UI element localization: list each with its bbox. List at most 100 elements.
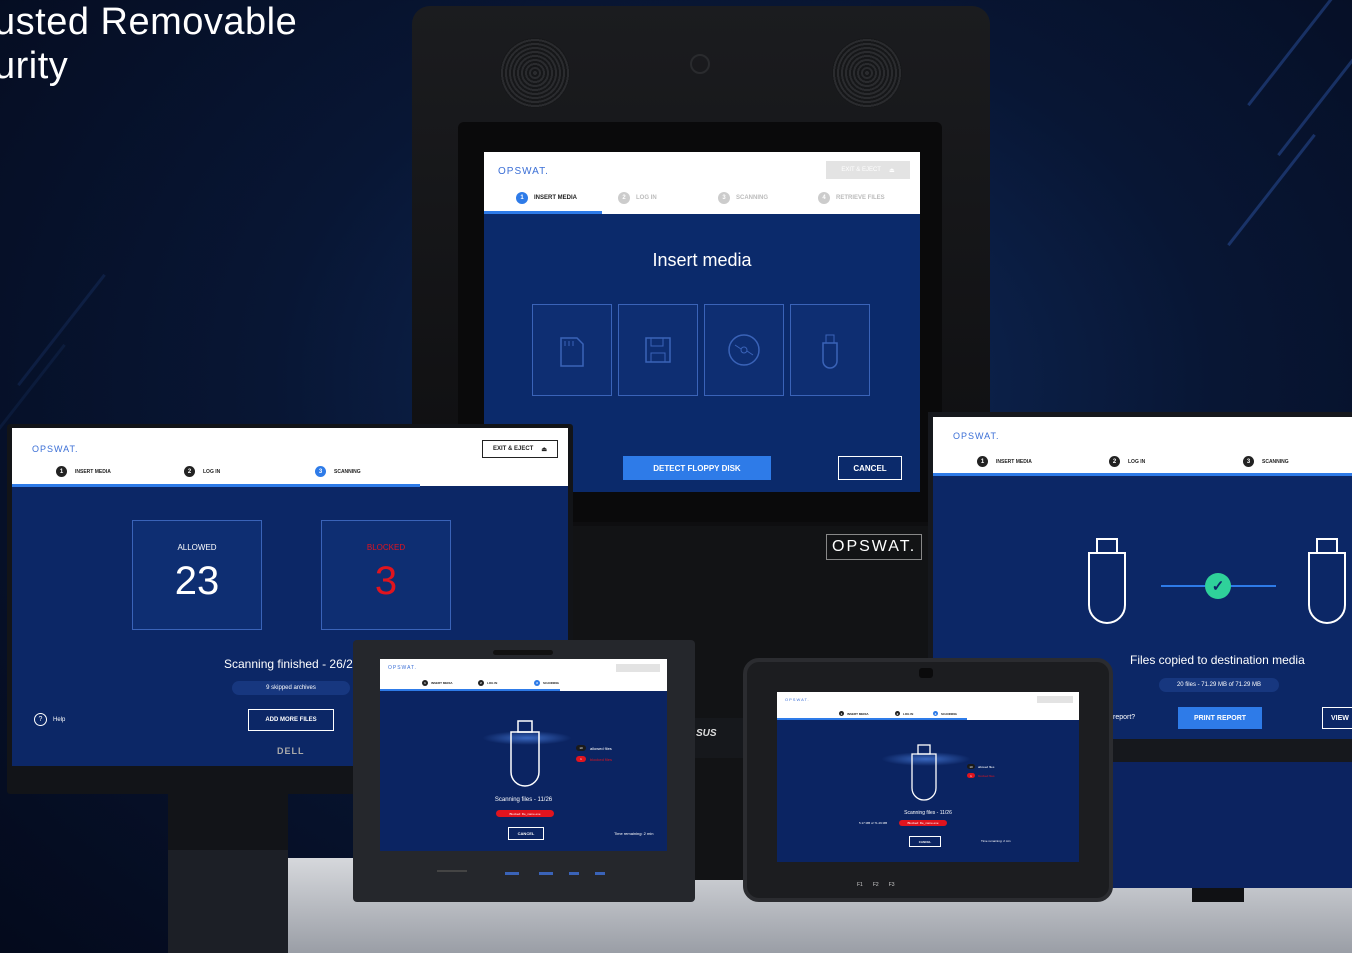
step-number: 4 <box>818 192 830 204</box>
step-number: 2 <box>1109 456 1120 467</box>
media-tile-sd-card[interactable] <box>532 304 612 396</box>
scan-progress-text: Scanning files - 11/26 <box>494 797 553 803</box>
allowed-label: ALLOWED <box>177 543 217 552</box>
step-number: 3 <box>534 680 540 686</box>
step-number: 1 <box>839 711 844 716</box>
step-insert-media: 1 INSERT MEDIA <box>977 456 1032 467</box>
opswat-logo: OPSWAT. <box>953 431 1000 441</box>
add-more-files-button[interactable]: ADD MORE FILES <box>248 709 334 731</box>
step-number: 2 <box>895 711 900 716</box>
app-header: OPSWAT. EXIT & EJECT ⏏ 1 INSERT MEDIA 2 … <box>484 152 920 214</box>
print-report-button[interactable]: PRINT REPORT <box>1178 707 1262 729</box>
hardware-buttons: F1 F2 F3 <box>857 882 895 888</box>
cancel-button[interactable]: CANCEL <box>508 827 544 840</box>
step-number: 3 <box>1243 456 1254 467</box>
exit-eject-button[interactable] <box>1037 696 1073 703</box>
step-number: 2 <box>184 466 195 477</box>
app-header: OPSWAT. EXIT & EJECT ⏏ 1 INSERT MEDIA 2 … <box>12 428 568 487</box>
step-label: LOG IN <box>636 195 657 201</box>
blocked-count: 3 <box>374 559 398 603</box>
monitor-stand <box>168 790 288 850</box>
time-remaining: Time remaining: 2 min <box>614 831 654 836</box>
report-question: report? <box>1113 714 1136 721</box>
asus-logo: SUS <box>696 728 717 739</box>
usb-drive-icon <box>510 720 540 787</box>
help-link[interactable]: ? Help <box>34 713 65 726</box>
step-label: SCANNING <box>1262 458 1289 465</box>
rugged-tablet-screen: OPSWAT. 1 INSERT MEDIA 2 LOG IN 3 SCANNI… <box>777 692 1079 862</box>
usb-port <box>595 872 605 875</box>
blocked-file-badge: Blocked: file_name.exe <box>496 810 554 817</box>
step-insert-media: 1 INSERT MEDIA <box>516 192 577 204</box>
step-scanning: 3 SCANNING <box>315 466 361 477</box>
opswat-logo: OPSWAT. <box>32 444 79 454</box>
exit-eject-label: EXIT & EJECT <box>492 446 534 452</box>
hardware-button-f2[interactable]: F2 <box>873 882 879 888</box>
step-label: LOG IN <box>487 681 498 685</box>
headline: usted Removable urity <box>0 0 297 88</box>
optical-disc-icon <box>728 334 760 366</box>
exit-eject-button[interactable]: EXIT & EJECT ⏏ <box>482 440 558 458</box>
camera-icon <box>690 54 710 74</box>
scan-size-text: 5.17 MB of 71.29 MB <box>859 821 888 825</box>
monitor-back-glow <box>1110 758 1352 888</box>
media-tile-usb[interactable] <box>790 304 870 396</box>
eject-icon: ⏏ <box>888 167 895 174</box>
usb-port <box>539 872 553 875</box>
step-progress-bar <box>484 211 602 214</box>
allowed-files-label: allowed files <box>590 745 612 751</box>
step-insert-media: 1 INSERT MEDIA <box>839 711 869 716</box>
floppy-disk-icon <box>645 337 671 363</box>
detect-floppy-button[interactable]: DETECT FLOPPY DISK <box>623 456 771 480</box>
cancel-button[interactable]: CANCEL <box>838 456 902 480</box>
opswat-logo: OPSWAT. <box>785 697 810 702</box>
blocked-files-row: 1 blocked files <box>576 756 612 762</box>
usb-drive-icon <box>911 744 937 801</box>
step-number: 3 <box>933 711 938 716</box>
step-label: INSERT MEDIA <box>847 711 869 716</box>
step-label: LOG IN <box>203 468 221 475</box>
step-log-in: 2 LOG IN <box>618 192 657 204</box>
usb-port <box>505 872 519 875</box>
blocked-files-count: 1 <box>967 773 975 778</box>
hardware-button-f1[interactable]: F1 <box>857 882 863 888</box>
step-label: LOG IN <box>1128 458 1146 465</box>
files-info-badge: 20 files - 71.29 MB of 71.29 MB <box>1159 678 1279 692</box>
media-tile-disc[interactable] <box>704 304 784 396</box>
step-number: 2 <box>478 680 484 686</box>
dell-logo: DELL <box>277 746 305 756</box>
help-label: Help <box>53 716 66 723</box>
page-title: Insert media <box>652 250 752 270</box>
app-header: OPSWAT. 1 INSERT MEDIA 2 LOG IN 3 SCANNI… <box>777 692 1079 720</box>
step-number: 1 <box>516 192 528 204</box>
skipped-archives-badge: 9 skipped archives <box>232 681 350 695</box>
background-stripe <box>17 273 106 387</box>
scan-progress-text: Scanning files - 11/26 <box>904 810 952 816</box>
cancel-button[interactable]: CANCEL <box>909 836 941 847</box>
opswat-logo: OPSWAT. <box>388 665 417 671</box>
media-tile-floppy[interactable] <box>618 304 698 396</box>
opswat-logo: OPSWAT. <box>498 166 549 177</box>
exit-eject-button[interactable] <box>616 664 660 672</box>
blocked-file-badge: Blocked: file_name.exe <box>899 820 947 826</box>
step-number: 2 <box>618 192 630 204</box>
help-icon: ? <box>34 713 47 726</box>
step-progress-bar <box>380 689 560 691</box>
hardware-button-f3[interactable]: F3 <box>889 882 895 888</box>
copied-message: Files copied to destination media <box>1130 653 1305 667</box>
step-number: 3 <box>718 192 730 204</box>
camera-icon <box>919 668 933 678</box>
eject-icon: ⏏ <box>541 446 547 453</box>
step-label: INSERT MEDIA <box>996 458 1032 465</box>
step-label: SCANNING <box>941 711 958 716</box>
allowed-card: ALLOWED 23 <box>132 520 262 630</box>
kiosk-brand-plate: OPSWAT. <box>826 534 923 560</box>
blocked-files-row: 1 blocked files <box>967 773 995 778</box>
rugged-tablet: OPSWAT. 1 INSERT MEDIA 2 LOG IN 3 SCANNI… <box>743 658 1113 902</box>
view-button[interactable]: VIEW <box>1322 707 1352 729</box>
step-retrieve-files: 4 RETRIEVE FILES <box>818 192 885 204</box>
exit-eject-button[interactable]: EXIT & EJECT ⏏ <box>826 161 910 179</box>
headline-line-1: usted Removable <box>0 1 298 43</box>
step-scanning: 3 SCANNING <box>1243 456 1289 467</box>
headline-line-2: urity <box>0 45 69 87</box>
